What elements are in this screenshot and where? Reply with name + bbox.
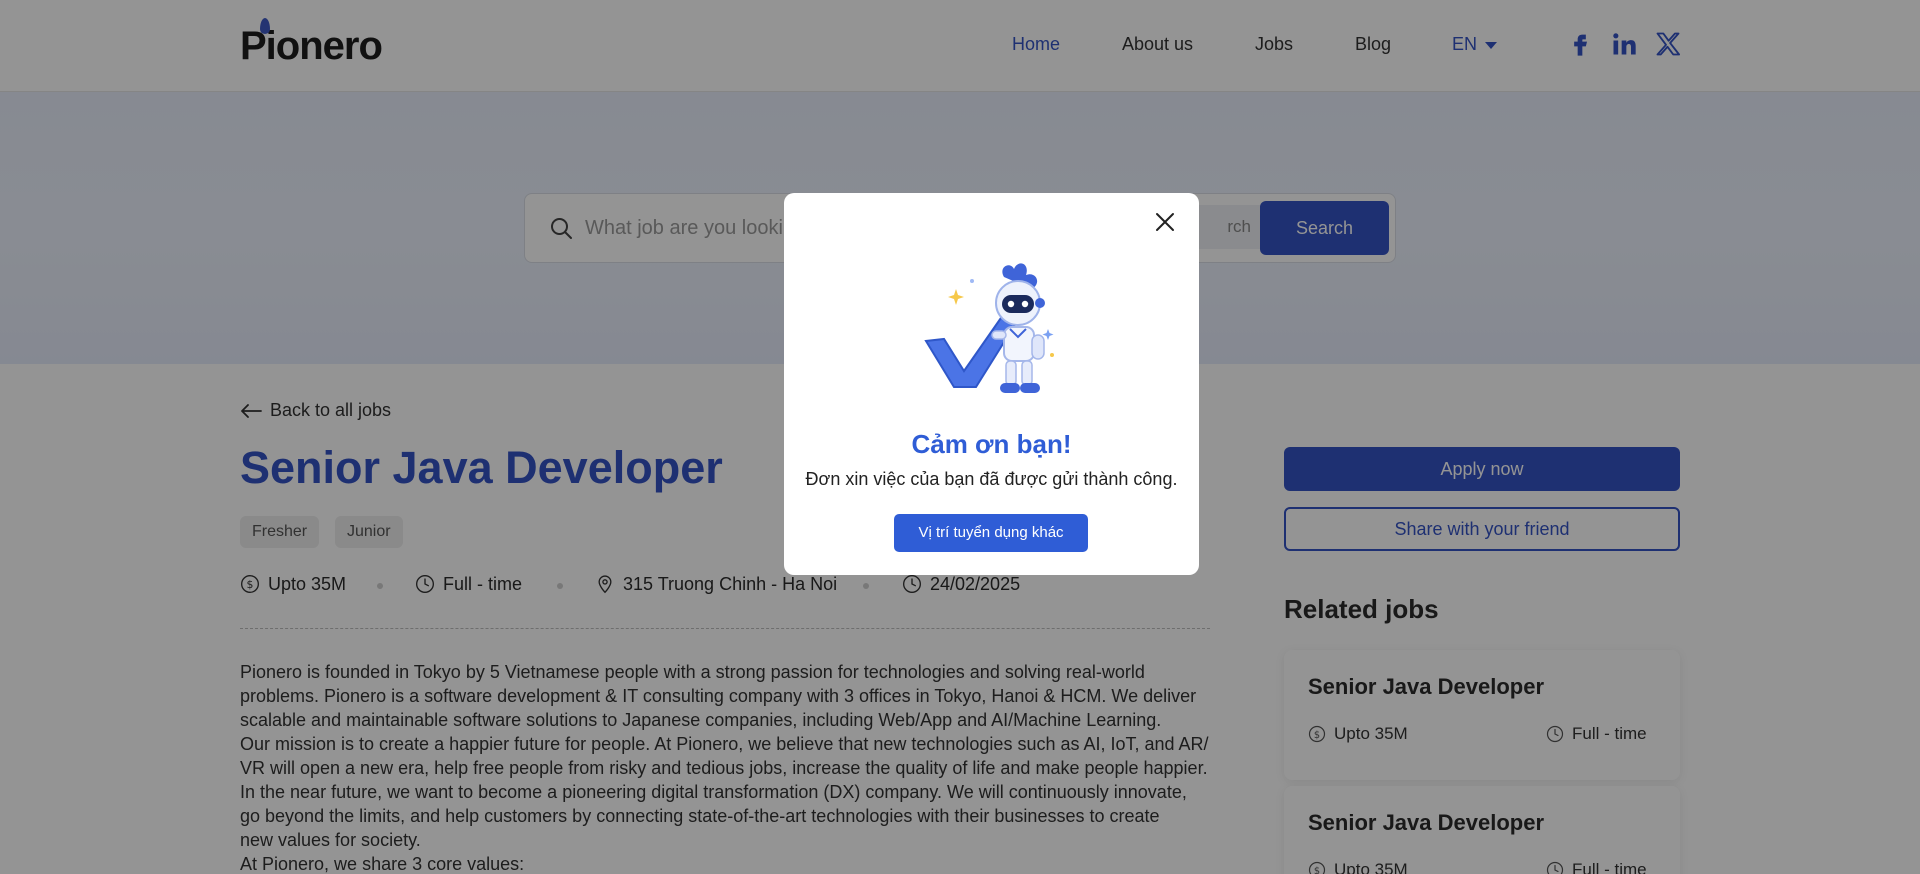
application-success-modal: Cảm ơn bạn! Đơn xin việc của bạn đã được… [784,193,1199,575]
robot-checkmark-illustration [924,263,1054,393]
modal-message: Đơn xin việc của bạn đã được gửi thành c… [805,469,1178,489]
close-icon[interactable] [1154,211,1176,233]
modal-title: Cảm ơn bạn! [911,429,1072,459]
other-positions-button[interactable]: Vị trí tuyển dụng khác [894,514,1088,552]
